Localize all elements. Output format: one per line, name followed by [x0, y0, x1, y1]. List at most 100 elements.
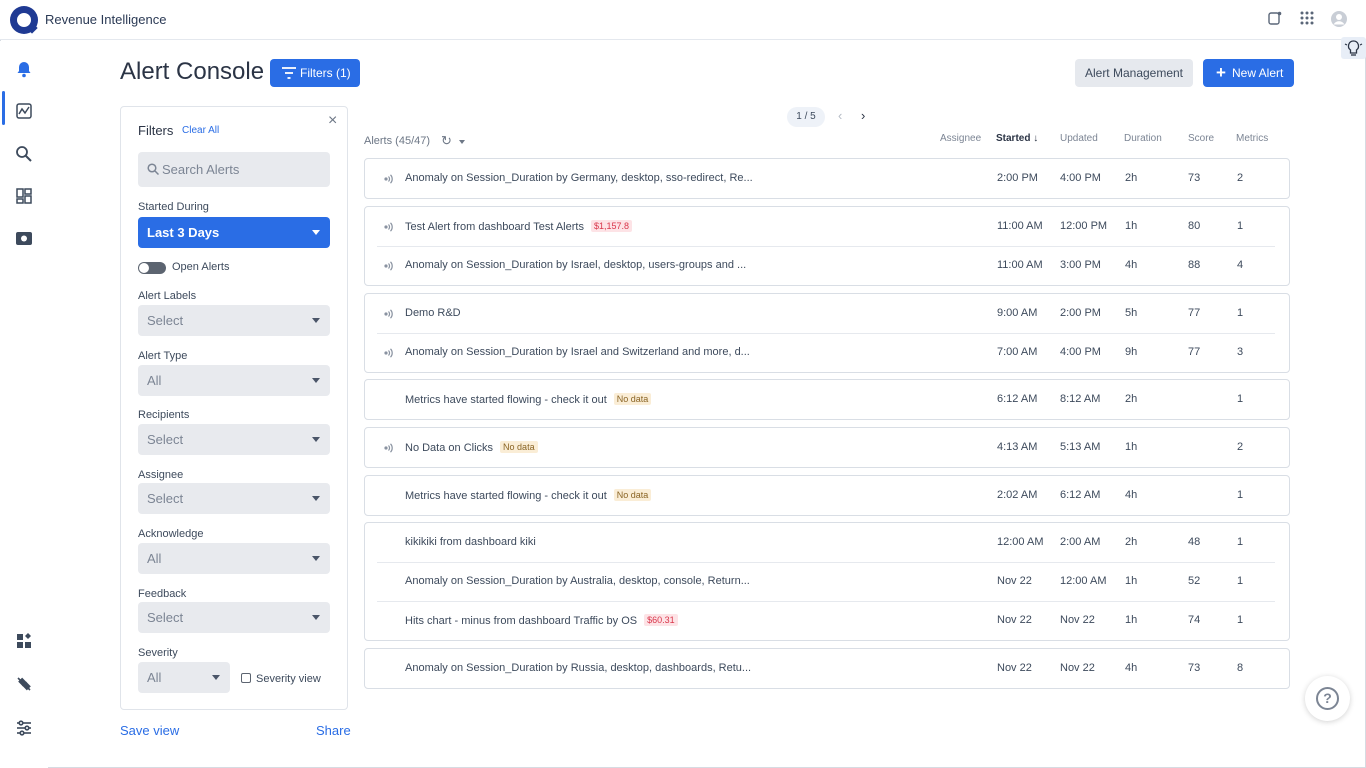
- col-started-label: Started: [996, 133, 1031, 144]
- caret-down-icon[interactable]: [459, 140, 465, 144]
- filters-button[interactable]: Filters (1): [270, 59, 360, 87]
- alert-title: Anomaly on Session_Duration by Australia…: [405, 575, 750, 587]
- recipients-select[interactable]: Select: [138, 424, 330, 455]
- alert-row[interactable]: Anomaly on Session_Duration by Russia, d…: [365, 649, 1289, 688]
- col-duration[interactable]: Duration: [1124, 133, 1162, 144]
- alert-updated: 12:00 AM: [1060, 575, 1107, 587]
- alert-row[interactable]: Test Alert from dashboard Test Alerts $1,…: [365, 207, 1289, 246]
- alert-metrics: 2: [1237, 172, 1244, 184]
- integrations-icon[interactable]: [14, 674, 34, 694]
- settings-sliders-icon[interactable]: [14, 718, 34, 738]
- alert-score: 80: [1188, 220, 1201, 232]
- alert-metrics: 1: [1237, 614, 1244, 626]
- alert-started: 2:02 AM: [997, 489, 1038, 501]
- open-alerts-label: Open Alerts: [172, 261, 230, 273]
- screen-icon[interactable]: [14, 229, 34, 249]
- search-icon[interactable]: [14, 144, 34, 164]
- alert-row[interactable]: Hits chart - minus from dashboard Traffi…: [365, 601, 1289, 640]
- clear-all-link[interactable]: Clear All: [182, 125, 219, 136]
- alert-group: Metrics have started flowing - check it …: [364, 475, 1290, 516]
- alert-metrics: 1: [1237, 489, 1244, 501]
- caret-down-icon: [312, 496, 320, 501]
- widgets-icon[interactable]: [14, 631, 34, 651]
- col-started[interactable]: Started ↓: [996, 133, 1038, 144]
- recipients-label: Recipients: [138, 409, 190, 421]
- user-avatar-icon[interactable]: [1329, 10, 1349, 30]
- alert-updated: Nov 22: [1060, 614, 1095, 626]
- app-logo[interactable]: [10, 6, 38, 34]
- chart-icon[interactable]: [14, 101, 34, 121]
- alert-row[interactable]: kikikiki from dashboard kiki 12:00 AM 2:00…: [365, 523, 1289, 562]
- alert-started: Nov 22: [997, 662, 1032, 674]
- alert-row[interactable]: Demo R&D 9:00 AM 2:00 PM 5h 77 1: [365, 294, 1289, 333]
- alert-updated: 5:13 AM: [1060, 441, 1101, 453]
- plus-icon: +: [1216, 63, 1226, 82]
- alert-title-text: kikikiki from dashboard kiki: [405, 536, 536, 548]
- alert-labels-value: Select: [147, 313, 184, 328]
- share-link[interactable]: Share: [316, 723, 351, 738]
- search-alerts-input[interactable]: Search Alerts: [138, 152, 330, 187]
- close-icon[interactable]: ×: [328, 112, 337, 130]
- caret-down-icon: [312, 615, 320, 620]
- external-link-icon[interactable]: [1265, 10, 1285, 30]
- filters-panel: Filters Clear All × Search Alerts Starte…: [120, 106, 348, 710]
- alert-started: Nov 22: [997, 614, 1032, 626]
- alert-labels-select[interactable]: Select: [138, 305, 330, 336]
- alert-type-select[interactable]: All: [138, 365, 330, 396]
- caret-down-icon: [312, 437, 320, 442]
- alert-score: 48: [1188, 536, 1201, 548]
- alert-duration: 1h: [1125, 220, 1138, 232]
- acknowledge-select[interactable]: All: [138, 543, 330, 574]
- chevron-right-icon[interactable]: ›: [861, 108, 865, 123]
- caret-down-icon: [312, 230, 320, 235]
- new-alert-button[interactable]: + New Alert: [1203, 59, 1294, 87]
- lightbulb-icon[interactable]: [1341, 37, 1366, 59]
- severity-select[interactable]: All: [138, 662, 230, 693]
- alert-row[interactable]: Metrics have started flowing - check it …: [365, 476, 1289, 515]
- alert-title: Metrics have started flowing - check it …: [405, 489, 652, 502]
- severity-view-checkbox[interactable]: [241, 673, 251, 683]
- save-view-link[interactable]: Save view: [120, 723, 179, 738]
- alert-row[interactable]: Anomaly on Session_Duration by Germany, …: [365, 159, 1289, 198]
- started-during-select[interactable]: Last 3 Days: [138, 217, 330, 248]
- assignee-select[interactable]: Select: [138, 483, 330, 514]
- open-alerts-toggle[interactable]: [138, 262, 166, 274]
- alert-title-text: No Data on Clicks: [405, 442, 494, 454]
- help-button[interactable]: ?: [1305, 676, 1350, 721]
- feedback-select[interactable]: Select: [138, 602, 330, 633]
- alert-group: Test Alert from dashboard Test Alerts $1,…: [364, 206, 1290, 286]
- col-updated[interactable]: Updated: [1060, 133, 1098, 144]
- alert-started: 11:00 AM: [997, 259, 1043, 271]
- alert-row[interactable]: No Data on Clicks No data 4:13 AM 5:13 AM 1h…: [365, 428, 1289, 467]
- col-assignee[interactable]: Assignee: [940, 133, 981, 144]
- severity-value: All: [147, 670, 162, 685]
- alert-group: kikikiki from dashboard kiki 12:00 AM 2:00…: [364, 522, 1290, 641]
- nav-active-indicator: [2, 91, 5, 125]
- page-indicator: 1 / 5: [787, 107, 825, 127]
- alert-duration: 1h: [1125, 575, 1138, 587]
- alert-duration: 2h: [1125, 393, 1138, 405]
- dashboards-icon[interactable]: [14, 186, 34, 206]
- alert-row[interactable]: Anomaly on Session_Duration by Israel an…: [365, 333, 1289, 372]
- started-during-label: Started During: [138, 201, 209, 213]
- alert-title-text: Anomaly on Session_Duration by Australia…: [405, 575, 750, 587]
- signal-icon: [382, 259, 394, 271]
- alerts-count: Alerts (45/47): [364, 135, 431, 147]
- alert-row[interactable]: Metrics have started flowing - check it …: [365, 380, 1289, 419]
- alert-updated: 3:00 PM: [1060, 259, 1101, 271]
- alert-updated: Nov 22: [1060, 662, 1095, 674]
- col-score[interactable]: Score: [1188, 133, 1214, 144]
- alert-score: 77: [1188, 307, 1201, 319]
- alert-row[interactable]: Anomaly on Session_Duration by Australia…: [365, 562, 1289, 601]
- alert-row[interactable]: Anomaly on Session_Duration by Israel, d…: [365, 246, 1289, 285]
- left-nav: [0, 41, 48, 768]
- refresh-icon[interactable]: ↻: [441, 133, 452, 149]
- col-metrics[interactable]: Metrics: [1236, 133, 1268, 144]
- apps-grid-icon[interactable]: [1297, 10, 1317, 30]
- bell-icon[interactable]: [14, 59, 34, 79]
- alert-title-text: Anomaly on Session_Duration by Russia, d…: [405, 662, 752, 674]
- feedback-label: Feedback: [138, 588, 187, 600]
- alert-started: 4:13 AM: [997, 441, 1038, 453]
- alert-management-button[interactable]: Alert Management: [1075, 59, 1193, 87]
- chevron-left-icon[interactable]: ‹: [838, 108, 842, 123]
